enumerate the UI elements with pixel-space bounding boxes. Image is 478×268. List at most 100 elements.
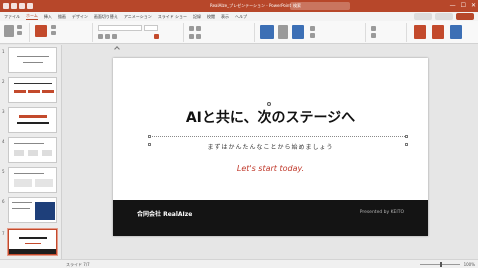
dictate-icon[interactable] — [414, 25, 426, 39]
slide-number: 7 — [2, 231, 5, 236]
tab-review[interactable]: 校閲 — [207, 14, 215, 20]
thumb-line — [19, 237, 47, 239]
copy-icon[interactable] — [17, 31, 22, 35]
thumb-line — [23, 62, 43, 63]
shapes-icon[interactable] — [260, 25, 274, 39]
resize-handle[interactable] — [148, 135, 151, 138]
quick-access-toolbar — [0, 3, 33, 9]
powerpoint-window: RealAIze_プレゼンテーション - PowerPoint 検索 — ☐ ✕… — [0, 0, 478, 268]
arrange-icon[interactable] — [278, 25, 288, 39]
tab-animations[interactable]: アニメーション — [124, 14, 152, 20]
save-icon[interactable] — [11, 3, 17, 9]
selection-border-top — [149, 136, 407, 137]
align-center-icon[interactable] — [196, 34, 201, 39]
chevron-up-icon[interactable] — [114, 46, 120, 52]
clipboard-group — [0, 23, 30, 42]
thumb-line — [12, 202, 32, 203]
call-to-action-text[interactable]: Let's start today. — [113, 164, 428, 173]
thumb-block — [35, 179, 53, 187]
replace-icon[interactable] — [371, 33, 376, 38]
layout-icon[interactable] — [51, 25, 56, 29]
redo-icon[interactable] — [27, 3, 33, 9]
zoom-level[interactable]: 100% — [464, 262, 475, 267]
thumb-block — [42, 90, 54, 93]
shape-fill-icon[interactable] — [310, 26, 315, 31]
window-controls: — ☐ ✕ — [450, 2, 476, 10]
font-color-icon[interactable] — [154, 34, 159, 39]
slide-canvas[interactable]: AIと共に、次のステージへ まずはかんたんなことから始めましょう Let's s… — [63, 45, 478, 259]
ribbon-toolbar — [0, 21, 478, 44]
thumb-line — [17, 56, 49, 57]
tab-help[interactable]: ヘルプ — [235, 14, 247, 20]
slide-thumbnail[interactable] — [8, 107, 57, 133]
drawing-group — [256, 23, 366, 42]
paragraph-group — [185, 23, 255, 42]
minimize-button[interactable]: — — [450, 2, 456, 10]
new-slide-icon[interactable] — [35, 25, 47, 37]
slide-thumbnail[interactable] — [8, 47, 57, 73]
presenter-credit[interactable]: Presented by KEITO — [360, 210, 404, 215]
tab-record[interactable]: 記録 — [193, 14, 201, 20]
bullets-icon[interactable] — [189, 26, 194, 31]
editing-group — [367, 23, 407, 42]
tab-transitions[interactable]: 画面切り替え — [94, 14, 118, 20]
current-slide[interactable]: AIと共に、次のステージへ まずはかんたんなことから始めましょう Let's s… — [113, 58, 428, 236]
tab-draw[interactable]: 描画 — [58, 14, 66, 20]
font-group — [94, 23, 184, 42]
numbering-icon[interactable] — [196, 26, 201, 31]
cut-icon[interactable] — [17, 25, 22, 29]
font-size-field[interactable] — [144, 25, 158, 31]
italic-icon[interactable] — [105, 34, 110, 39]
thumb-line — [25, 243, 41, 244]
underline-icon[interactable] — [112, 34, 117, 39]
shape-outline-icon[interactable] — [310, 33, 315, 38]
rotate-handle[interactable] — [267, 102, 271, 106]
slide-thumbnail[interactable] — [8, 197, 57, 223]
slide-thumbnail-panel[interactable]: 1 2 3 4 5 6 7 — [0, 45, 62, 259]
designer-icon[interactable] — [432, 25, 444, 39]
search-box[interactable]: 検索 — [290, 2, 350, 10]
thumb-block — [14, 90, 26, 93]
share-button[interactable] — [456, 13, 474, 20]
slide-subtitle[interactable]: まずはかんたんなことから始めましょう — [113, 142, 428, 151]
bold-icon[interactable] — [98, 34, 103, 39]
slide-thumbnail[interactable] — [8, 137, 57, 163]
tab-design[interactable]: デザイン — [72, 14, 88, 20]
tab-insert[interactable]: 挿入 — [44, 14, 52, 20]
slide-title[interactable]: AIと共に、次のステージへ — [113, 107, 428, 127]
thumb-footer — [9, 249, 56, 254]
slide-thumbnail-selected[interactable] — [8, 229, 57, 255]
autosave-icon[interactable] — [3, 3, 9, 9]
thumb-block — [28, 90, 40, 93]
quick-styles-icon[interactable] — [292, 25, 304, 39]
maximize-button[interactable]: ☐ — [461, 2, 466, 10]
find-icon[interactable] — [371, 26, 376, 31]
designer-group — [408, 23, 476, 42]
tab-slideshow[interactable]: スライド ショー — [158, 14, 187, 20]
company-name[interactable]: 合同会社 RealAIze — [137, 209, 192, 218]
resize-handle[interactable] — [405, 135, 408, 138]
thumb-line — [14, 83, 52, 84]
copilot-icon[interactable] — [450, 25, 462, 39]
slide-number: 4 — [2, 139, 5, 144]
align-left-icon[interactable] — [189, 34, 194, 39]
thumb-block — [14, 179, 32, 187]
title-bar: RealAIze_プレゼンテーション - PowerPoint 検索 — ☐ ✕ — [0, 0, 478, 12]
close-button[interactable]: ✕ — [471, 2, 476, 10]
slide-thumbnail[interactable] — [8, 167, 57, 193]
tab-view[interactable]: 表示 — [221, 14, 229, 20]
font-family-field[interactable] — [98, 25, 142, 31]
zoom-slider-thumb[interactable] — [440, 262, 442, 267]
present-button[interactable] — [435, 13, 453, 20]
paste-icon[interactable] — [4, 25, 14, 37]
slide-number: 6 — [2, 199, 5, 204]
ribbon-tabs: ファイル ホーム 挿入 描画 デザイン 画面切り替え アニメーション スライド … — [0, 12, 478, 21]
thumb-image — [35, 202, 55, 220]
undo-icon[interactable] — [19, 3, 25, 9]
tab-home[interactable]: ホーム — [26, 13, 38, 20]
slide-thumbnail[interactable] — [8, 77, 57, 103]
reset-icon[interactable] — [51, 31, 56, 35]
thumb-block — [42, 150, 52, 156]
tab-file[interactable]: ファイル — [4, 14, 20, 20]
record-button[interactable] — [414, 13, 432, 20]
